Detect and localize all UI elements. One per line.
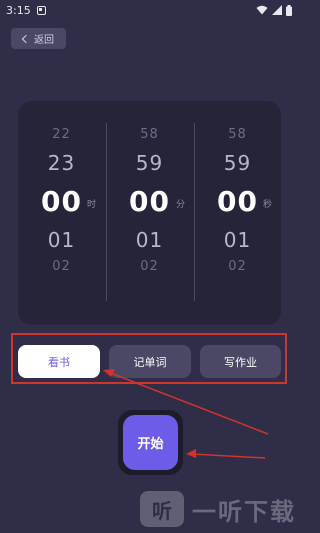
watermark-logo-char: 听 (152, 498, 172, 523)
back-button[interactable]: 返回 (11, 28, 66, 49)
minutes-row: 02 (140, 259, 159, 274)
hours-wheel[interactable]: 22 23 00 01 02 时 (18, 101, 105, 325)
hours-row: 23 (47, 151, 76, 175)
watermark: 听 一听下载 (140, 490, 296, 528)
seconds-row: 59 (223, 151, 252, 175)
seconds-wheel[interactable]: 58 59 00 01 02 秒 (194, 101, 281, 325)
hours-row: 01 (47, 228, 76, 252)
task-button-vocabulary[interactable]: 记单词 (109, 345, 191, 378)
status-right (256, 4, 292, 16)
back-label: 返回 (34, 35, 54, 46)
task-label: 记单词 (133, 355, 167, 369)
minutes-unit: 分 (176, 200, 186, 210)
hours-row: 02 (52, 259, 71, 274)
minutes-row: 59 (135, 151, 164, 175)
annotation-arrow-to-start (186, 449, 266, 459)
seconds-row: 58 (228, 127, 247, 142)
task-button-homework[interactable]: 写作业 (200, 345, 281, 378)
battery-icon (286, 4, 292, 16)
hours-row: 22 (52, 127, 71, 142)
status-bar: 3:15 (0, 0, 300, 20)
minutes-row: 01 (135, 228, 164, 252)
task-button-reading[interactable]: 看书 (18, 345, 100, 378)
status-left: 3:15 (6, 4, 46, 17)
minutes-row: 58 (140, 127, 159, 142)
seconds-unit: 秒 (263, 200, 273, 210)
task-label: 看书 (48, 355, 70, 369)
seconds-row: 01 (223, 228, 252, 252)
chevron-left-icon (21, 34, 31, 43)
watermark-logo: 听 (140, 491, 184, 527)
signal-icon (272, 5, 282, 15)
task-label: 写作业 (224, 355, 257, 369)
wifi-icon (256, 5, 268, 15)
minutes-wheel[interactable]: 58 59 00 01 02 分 (106, 101, 193, 325)
status-time: 3:15 (6, 3, 31, 17)
time-picker: 22 23 00 01 02 时 58 59 00 01 02 分 58 59 … (18, 101, 281, 325)
seconds-row: 02 (228, 259, 247, 274)
watermark-text: 一听下载 (192, 497, 296, 526)
start-label: 开始 (137, 437, 164, 452)
hours-unit: 时 (87, 200, 97, 210)
notification-icon (36, 5, 46, 15)
start-button[interactable]: 开始 (123, 415, 178, 470)
